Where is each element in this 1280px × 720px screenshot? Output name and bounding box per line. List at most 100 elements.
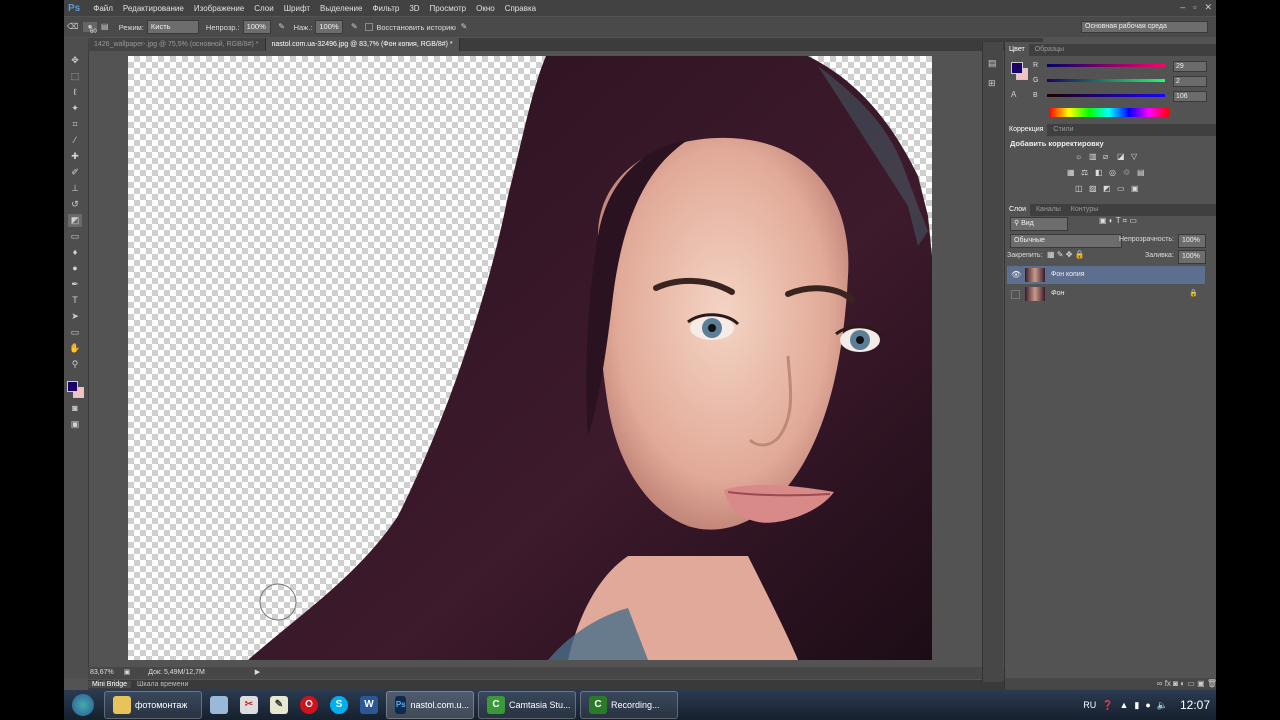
eye-icon[interactable]: 👁 <box>1011 266 1021 284</box>
tray-expand-icon[interactable]: ▲ <box>1119 700 1128 710</box>
quick-select-tool-icon[interactable]: ✦ <box>68 102 82 115</box>
color-lookup-icon[interactable]: ▤ <box>1137 168 1145 177</box>
document-canvas[interactable] <box>128 56 932 660</box>
b-value[interactable]: 106 <box>1173 91 1207 102</box>
new-layer-icon[interactable]: ▣ <box>1197 679 1207 688</box>
hand-tool-icon[interactable]: ✋ <box>68 342 82 355</box>
status-menu-icon[interactable]: ▣ <box>124 669 131 676</box>
g-value[interactable]: 2 <box>1173 76 1207 87</box>
curves-icon[interactable]: ⧄ <box>1103 152 1108 162</box>
taskbar-item-skype[interactable]: S <box>326 692 352 718</box>
tab-paths[interactable]: Контуры <box>1067 206 1102 213</box>
threshold-icon[interactable]: ◩ <box>1103 184 1111 193</box>
fill-input[interactable]: 100% <box>1178 250 1206 264</box>
brush-panel-icon[interactable]: ▤ <box>100 22 110 32</box>
menu-select[interactable]: Выделение <box>320 4 362 13</box>
type-tool-icon[interactable]: T <box>68 294 82 307</box>
pen-tool-icon[interactable]: ✒ <box>68 278 82 291</box>
opacity-input[interactable]: 100% <box>242 20 271 34</box>
lock-icons[interactable]: ▦ ✎ ✥ 🔒 <box>1047 250 1085 259</box>
menu-filter[interactable]: Фильтр <box>372 4 399 13</box>
volume-icon[interactable]: 🔈 <box>1157 700 1168 711</box>
properties-panel-icon[interactable]: ⊞ <box>988 78 996 89</box>
invert-icon[interactable]: ◫ <box>1075 184 1083 193</box>
status-arrow-icon[interactable]: ▶ <box>255 669 260 676</box>
quick-mask-icon[interactable]: ◙ <box>68 402 82 415</box>
history-brush-tool-icon[interactable]: ↺ <box>68 198 82 211</box>
menu-view[interactable]: Просмотр <box>430 4 467 13</box>
layer-opacity-input[interactable]: 100% <box>1178 234 1206 248</box>
tab-layers[interactable]: Слои <box>1005 204 1031 216</box>
fx-icon[interactable]: fx <box>1165 679 1173 688</box>
pressure-opacity-icon[interactable]: ✎ <box>277 22 287 32</box>
marquee-tool-icon[interactable]: ⬚ <box>68 70 82 83</box>
lasso-tool-icon[interactable]: ℓ <box>68 86 82 99</box>
minimize-icon[interactable]: – <box>1180 2 1185 13</box>
zoom-tool-icon[interactable]: ⚲ <box>68 358 82 371</box>
brightness-icon[interactable]: ☼ <box>1075 152 1082 161</box>
taskbar-item-word[interactable]: W <box>356 692 382 718</box>
brush-tool-icon[interactable]: ✐ <box>68 166 82 179</box>
screen-mode-icon[interactable]: ▣ <box>68 418 82 431</box>
taskbar-item-photoshop[interactable]: Ps nastol.com.u... <box>386 691 474 719</box>
photo-filter-icon[interactable]: ◎ <box>1109 168 1116 177</box>
levels-icon[interactable]: ▥ <box>1089 152 1097 161</box>
workspace-select[interactable]: Основная рабочая среда <box>1081 21 1208 33</box>
posterize-icon[interactable]: ▨ <box>1089 184 1097 193</box>
flow-input[interactable]: 100% <box>315 20 344 34</box>
menu-layers[interactable]: Слои <box>254 4 273 13</box>
menu-3d[interactable]: 3D <box>409 4 419 13</box>
mode-select[interactable]: Кисть <box>146 20 199 34</box>
tab-color[interactable]: Цвет <box>1005 44 1029 56</box>
b-slider[interactable] <box>1047 94 1165 97</box>
tab-wallpaper[interactable]: 1426_wallpaper-.jpg @ 75,5% (основной, R… <box>88 38 266 51</box>
move-tool-icon[interactable]: ✥ <box>68 54 82 67</box>
history-panel-icon[interactable]: ▤ <box>988 58 997 69</box>
path-select-tool-icon[interactable]: ➤ <box>68 310 82 323</box>
eraser-tool-icon[interactable]: ⌫ <box>67 22 78 32</box>
exposure-icon[interactable]: ◪ <box>1117 152 1125 161</box>
tab-adjustments[interactable]: Коррекция <box>1005 124 1048 136</box>
color-balance-icon[interactable]: ⚖ <box>1081 168 1088 177</box>
history-checkbox[interactable] <box>365 23 374 31</box>
dodge-tool-icon[interactable]: ● <box>68 262 82 275</box>
channel-mixer-icon[interactable]: ♲ <box>1123 168 1130 177</box>
layer-filter-select[interactable]: ⚲ Вид <box>1010 217 1068 231</box>
menu-edit[interactable]: Редактирование <box>123 4 184 13</box>
taskbar-item-folder[interactable]: фотомонтаж <box>104 691 202 719</box>
menu-image[interactable]: Изображение <box>194 4 244 13</box>
selective-color-icon[interactable]: ▣ <box>1131 184 1139 193</box>
black-white-icon[interactable]: ◧ <box>1095 168 1103 177</box>
gradient-tool-icon[interactable]: ▭ <box>68 230 82 243</box>
taskbar-item-opera[interactable]: O <box>296 692 322 718</box>
zoom-level[interactable]: 83,67% <box>90 669 114 676</box>
blur-tool-icon[interactable]: ♦ <box>68 246 82 259</box>
menu-type[interactable]: Шрифт <box>284 4 310 13</box>
eraser-tool-icon[interactable]: ◩ <box>68 214 82 227</box>
tab-swatches[interactable]: Образцы <box>1031 46 1068 53</box>
link-icon[interactable]: ∞ <box>1157 679 1163 688</box>
stamp-tool-icon[interactable]: ⊥ <box>68 182 82 195</box>
crop-tool-icon[interactable]: ⌗ <box>68 118 82 131</box>
tab-mini-bridge[interactable]: Mini Bridge <box>88 681 132 688</box>
maximize-icon[interactable]: ▫ <box>1193 2 1196 13</box>
filter-icons[interactable]: ▣ ◐ T ⌗ ▭ <box>1099 216 1137 226</box>
start-button[interactable] <box>66 692 100 718</box>
color-fg-swatch[interactable] <box>1011 62 1023 74</box>
tab-timeline[interactable]: Шкала времени <box>133 681 192 688</box>
clock[interactable]: 12:07 <box>1180 698 1210 712</box>
r-slider[interactable] <box>1047 64 1165 67</box>
trash-icon[interactable]: 🗑 <box>1207 679 1216 688</box>
taskbar-item-notepad[interactable] <box>206 692 232 718</box>
g-slider[interactable] <box>1047 79 1165 82</box>
group-icon[interactable]: ▭ <box>1187 679 1197 688</box>
visibility-box[interactable] <box>1011 290 1020 299</box>
blend-mode-select[interactable]: Обычные <box>1010 234 1122 248</box>
eyedropper-tool-icon[interactable]: ⁄ <box>68 134 82 147</box>
network-icon[interactable]: ▮ <box>1134 700 1139 711</box>
color-spectrum[interactable] <box>1049 108 1169 117</box>
vibrance-icon[interactable]: ▽ <box>1131 152 1137 161</box>
shape-tool-icon[interactable]: ▭ <box>68 326 82 339</box>
gradient-map-icon[interactable]: ▭ <box>1117 184 1125 193</box>
menu-window[interactable]: Окно <box>476 4 495 13</box>
